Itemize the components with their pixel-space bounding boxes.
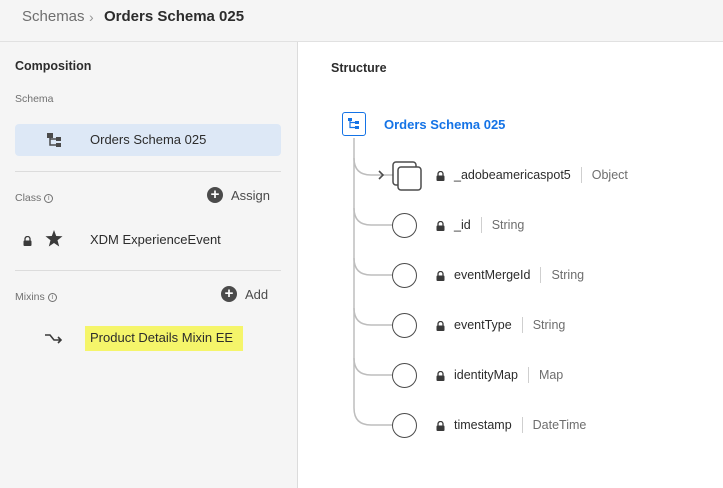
field-type: String [491,218,525,232]
lock-icon [436,420,445,431]
class-name[interactable]: XDM ExperienceEvent [90,232,221,247]
field-type: String [532,318,566,332]
field-row[interactable]: _adobeamericaspot5 Object [436,167,628,183]
composition-title: Composition [15,59,92,73]
object-icon [392,161,422,196]
field-node-icon [392,263,417,288]
field-type: String [551,268,585,282]
structure-panel: Structure Orders Schema 025 _adobeameric… [299,42,723,488]
class-section-label: Class i [15,192,54,204]
field-name: _adobeamericaspot5 [454,168,571,182]
assign-class-button[interactable]: + Assign [207,187,270,203]
divider [580,167,582,183]
field-node-icon [392,213,417,238]
divider [15,270,281,271]
field-row[interactable]: eventMergeId String [436,267,584,283]
lock-icon [436,170,445,181]
info-icon[interactable]: i [47,292,57,302]
chevron-right-icon: › [89,9,94,25]
add-circle-icon: + [221,286,237,302]
mixins-section-label: Mixins i [15,291,57,303]
page-title: Orders Schema 025 [104,8,245,25]
field-type: DateTime [532,418,587,432]
star-icon [45,230,63,252]
schema-item[interactable]: Orders Schema 025 [15,124,281,156]
divider [15,171,281,172]
schema-item-label: Orders Schema 025 [90,132,207,147]
field-type: Map [538,368,564,382]
chevron-right-icon[interactable] [377,168,385,186]
lock-icon [436,270,445,281]
mixin-name: Product Details Mixin EE [90,330,234,345]
add-mixin-button[interactable]: + Add [221,286,268,302]
field-row[interactable]: _id String [436,217,524,233]
field-name: eventMergeId [454,268,531,282]
mixin-arrow-icon [44,331,64,350]
schema-section-label: Schema [15,93,54,105]
breadcrumb: Schemas › Orders Schema 025 [0,0,723,42]
schema-root-label[interactable]: Orders Schema 025 [384,117,505,132]
divider [527,367,529,383]
divider [521,417,523,433]
divider [540,267,542,283]
field-node-icon [392,363,417,388]
field-name: timestamp [454,418,512,432]
divider [521,317,523,333]
field-row[interactable]: eventType String [436,317,565,333]
field-row[interactable]: timestamp DateTime [436,417,586,433]
breadcrumb-schemas-link[interactable]: Schemas [22,8,85,25]
field-node-icon [392,413,417,438]
add-circle-icon: + [207,187,223,203]
composition-panel: Composition Schema Orders Schema 025 Cla… [0,42,298,488]
field-name: _id [454,218,471,232]
lock-icon [436,370,445,381]
field-node-icon [392,313,417,338]
schema-tree-icon [46,132,62,153]
info-icon[interactable]: i [44,193,54,203]
lock-icon [23,233,32,251]
field-type: Object [591,168,628,182]
divider [480,217,482,233]
schema-root-icon [342,112,366,136]
field-name: eventType [454,318,512,332]
lock-icon [436,320,445,331]
lock-icon [436,220,445,231]
field-name: identityMap [454,368,518,382]
field-row[interactable]: identityMap Map [436,367,563,383]
mixin-item[interactable]: Product Details Mixin EE [85,326,243,351]
